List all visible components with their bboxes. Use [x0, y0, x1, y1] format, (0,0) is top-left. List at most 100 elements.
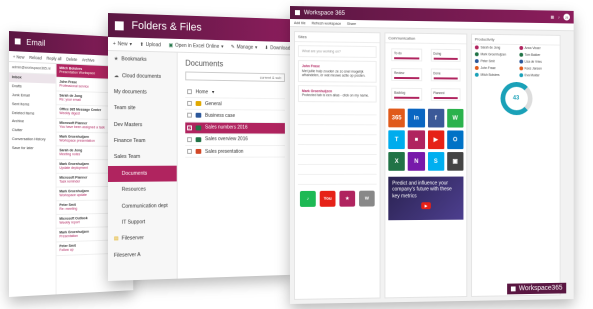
app-tile[interactable]: f	[427, 108, 445, 128]
avatar[interactable]: JS	[563, 13, 570, 21]
download-button[interactable]: ⬇ Download	[265, 45, 291, 51]
sidebar-item-label: Fileserver	[121, 235, 144, 242]
task-progress	[394, 96, 419, 99]
add-tile-button[interactable]: Add tile	[294, 21, 306, 25]
app-tile[interactable]: ■	[407, 130, 425, 150]
file-row[interactable]: General	[185, 98, 285, 112]
brand-text: Workspace365	[518, 284, 563, 293]
task-card[interactable]: To do	[391, 48, 422, 62]
task-card[interactable]: Planned	[430, 88, 461, 102]
reply-all-button[interactable]: Reply all	[47, 55, 62, 61]
person-name: Mitch Bolsters	[480, 72, 500, 77]
task-card[interactable]: Done	[430, 68, 461, 82]
home-breadcrumb[interactable]: Home	[196, 89, 209, 95]
refresh-workspace-button[interactable]: Refresh workspace	[312, 21, 342, 25]
file-checkbox[interactable]	[187, 113, 192, 119]
sidebar-item[interactable]: Documents	[108, 165, 177, 182]
bookmark-icon: ★	[113, 56, 119, 63]
plus-icon: +	[112, 40, 116, 47]
app-row: ♪ You ★ W	[295, 187, 380, 209]
email-folder-item[interactable]: Save for later	[9, 143, 56, 152]
new-button[interactable]: + New ▾	[113, 41, 132, 47]
sidebar-item-label: Documents	[121, 170, 148, 177]
app-tile[interactable]: ▶	[427, 130, 445, 150]
xls-file-icon	[195, 137, 202, 142]
file-row[interactable]: Business case	[185, 110, 285, 123]
share-button[interactable]: Share	[347, 21, 356, 25]
person-item[interactable]: Eva Mulder	[516, 71, 560, 78]
sidebar-item[interactable]: ☁ Cloud documents	[108, 67, 177, 84]
bell-icon[interactable]: ♪	[558, 15, 560, 20]
reload-button[interactable]: Reload	[29, 54, 42, 60]
file-checkbox[interactable]: ✓	[187, 125, 192, 131]
sidebar-item[interactable]: Fileserver A	[108, 246, 177, 264]
person-item[interactable]: Mitch Bolsters	[472, 71, 516, 78]
app-tile[interactable]: in	[407, 108, 425, 128]
sidebar-item[interactable]: Sales Team	[108, 149, 177, 165]
app-shortcut[interactable]: ★	[339, 190, 356, 207]
ppt-file-icon	[195, 148, 202, 154]
task-board: To do Doing Review Done Backlog Planned	[385, 43, 466, 106]
app-tile[interactable]: ▣	[446, 152, 464, 171]
task-card[interactable]: Review	[391, 68, 422, 82]
task-progress	[394, 76, 419, 80]
file-name: Business case	[205, 112, 236, 119]
sidebar-item[interactable]: ▤ Fileserver	[108, 230, 177, 248]
app-tile[interactable]: X	[388, 152, 406, 171]
post-input[interactable]: What are you working on?	[297, 45, 377, 59]
task-card[interactable]: Doing	[430, 48, 461, 62]
sidebar-item[interactable]: Dev Masters	[108, 117, 177, 134]
app-tile[interactable]: S	[427, 152, 445, 171]
upload-button[interactable]: ⬆ Upload	[140, 41, 161, 47]
task-card[interactable]: Backlog	[391, 87, 422, 101]
presence-icon	[474, 65, 479, 70]
sites-column: Sites What are you working on? John Fras…	[293, 31, 381, 300]
sidebar-item-label: My documents	[113, 89, 147, 96]
new-email-button[interactable]: + New	[13, 54, 25, 59]
page-title: Documents	[185, 58, 224, 69]
file-row[interactable]: Sales presentation	[185, 145, 285, 158]
sidebar-item[interactable]: My documents	[108, 84, 177, 101]
manage-button[interactable]: ✎ Manage ▾	[231, 44, 257, 50]
file-checkbox[interactable]	[187, 137, 192, 142]
app-shortcut[interactable]: W	[359, 190, 375, 207]
post-text: Protected tab is een alias - click on my…	[301, 93, 370, 98]
app-shortcut[interactable]: ♪	[299, 190, 316, 207]
file-checkbox[interactable]	[187, 148, 192, 154]
play-icon[interactable]: ▶	[421, 201, 431, 209]
sidebar-item[interactable]: Team site	[108, 100, 177, 117]
apps-grid-icon[interactable]: ▦	[551, 14, 555, 19]
sidebar-item-label: Cloud documents	[121, 72, 162, 80]
app-tile[interactable]: 365	[388, 108, 406, 128]
file-row[interactable]: Sales overview 2016	[185, 134, 285, 146]
delete-button[interactable]: Delete	[66, 56, 77, 61]
upload-label: Upload	[145, 41, 161, 48]
search-input[interactable]: current & sub	[185, 71, 285, 83]
promo-video[interactable]: Predict and influence your company's fut…	[388, 176, 464, 221]
person-name: Mark Groenhuijzen	[480, 52, 507, 57]
select-all-checkbox[interactable]	[187, 89, 192, 95]
new-label: New	[117, 40, 128, 47]
person-name: Lisa de Vries	[524, 59, 542, 64]
sidebar-item[interactable]: IT Support	[108, 214, 177, 232]
file-row[interactable]: ✓ Sales numbers 2016	[185, 122, 285, 135]
workspace-window: Workspace 365 ▦ ♪ JS Add tile Refresh wo…	[290, 6, 574, 304]
sidebar-item[interactable]: Communication dept	[108, 197, 177, 214]
app-tile[interactable]: W	[446, 108, 464, 128]
archive-button[interactable]: Archive	[82, 57, 95, 62]
app-tile[interactable]: O	[446, 130, 464, 150]
sidebar-item[interactable]: Resources	[108, 181, 177, 198]
folder-icon	[195, 101, 202, 107]
wrench-icon: ✎	[230, 43, 235, 50]
email-folder-item[interactable]: Conversation History	[9, 134, 56, 143]
open-excel-button[interactable]: ▣ Open in Excel Online ▾	[169, 42, 224, 49]
file-checkbox[interactable]	[187, 101, 192, 107]
sidebar-item[interactable]: ★ Bookmarks	[108, 51, 177, 69]
sidebar-item[interactable]: Finance Team	[108, 133, 177, 149]
app-shortcut[interactable]: You	[319, 190, 336, 207]
presence-icon	[518, 52, 523, 57]
file-name: Sales overview 2016	[205, 136, 248, 143]
app-tile[interactable]: N	[407, 152, 425, 171]
app-tile[interactable]: T	[388, 130, 406, 150]
files-sidebar: ★ Bookmarks ☁ Cloud documents My documents Te…	[108, 51, 178, 281]
